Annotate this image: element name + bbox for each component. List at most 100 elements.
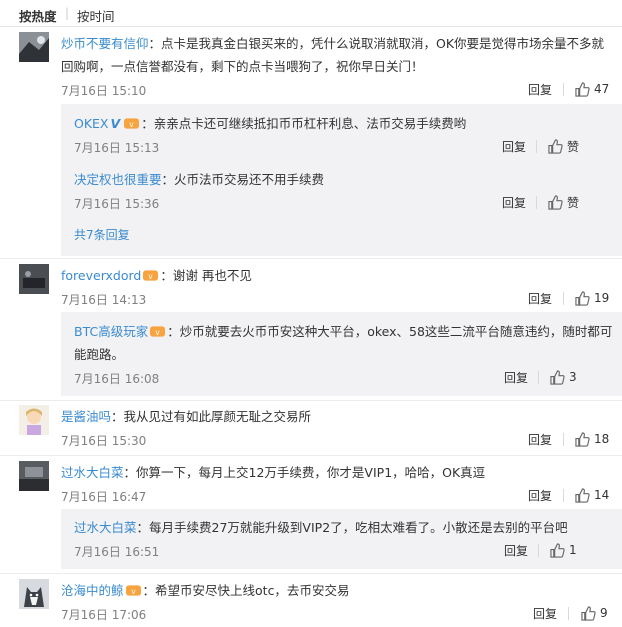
username-link[interactable]: OKEX	[74, 116, 109, 131]
vip-badge-icon: v	[124, 118, 140, 129]
comment-date: 7月16日 15:30	[61, 434, 147, 448]
like-count: 赞	[567, 195, 580, 210]
reply-button[interactable]: 回复	[528, 431, 552, 448]
username-link[interactable]: 是酱油吗	[61, 409, 111, 424]
avatar[interactable]	[19, 264, 49, 294]
thumbs-up-icon	[575, 431, 590, 447]
svg-text:v: v	[131, 587, 136, 596]
divider	[538, 544, 539, 557]
reply-button[interactable]: 回复	[504, 542, 528, 559]
comment-item: 是酱油吗：我从见过有如此厚颜无耻之交易所 7月16日 15:30 回复 18	[19, 405, 619, 455]
divider	[563, 83, 564, 96]
comment-content: ：谢谢 再也不见	[160, 268, 252, 283]
sort-bar: 按热度 | 按时间	[0, 0, 622, 30]
thumbs-up-icon	[575, 290, 590, 306]
like-count: 47	[594, 82, 610, 96]
thumbs-up-icon	[550, 369, 565, 385]
username-link[interactable]: BTC高级玩家	[74, 324, 148, 339]
divider	[536, 140, 537, 153]
username-link[interactable]: 炒币不要有信仰	[61, 36, 149, 51]
comment-text: 炒币不要有信仰：点卡是我真金白银买来的，凭什么说取消就取消，OK你要是觉得市场余…	[61, 32, 611, 78]
like-button[interactable]: 赞	[548, 193, 579, 211]
comment-content: ：你算一下，每月上交12万手续费，你才是VIP1，哈哈，OK真逗	[123, 465, 486, 480]
reply-content: ：火币法币交易还不用手续费	[161, 172, 325, 187]
divider	[536, 196, 537, 209]
reply-list: 过水大白菜：每月手续费27万就能升级到VIP2了，吃相太难看了。小散还是去别的平…	[61, 509, 622, 569]
sort-by-hot-tab[interactable]: 按热度	[19, 6, 57, 25]
comment-date: 7月16日 16:47	[61, 490, 147, 504]
comment-item: 炒币不要有信仰：点卡是我真金白银买来的，凭什么说取消就取消，OK你要是觉得市场余…	[19, 32, 622, 257]
username-link[interactable]: 过水大白菜	[74, 520, 137, 535]
svg-text:v: v	[129, 120, 134, 129]
divider	[0, 573, 622, 574]
comment-item: 过水大白菜：你算一下，每月上交12万手续费，你才是VIP1，哈哈，OK真逗 7月…	[19, 461, 622, 573]
divider	[563, 433, 564, 446]
comment-item: 沧海中的鲸 v ：希望币安尽快上线otc，去币安交易 7月16日 17:06 回复 …	[19, 579, 619, 627]
comment-date: 7月16日 14:13	[61, 293, 147, 307]
vip-badge-icon: v	[125, 585, 141, 596]
like-button[interactable]: 1	[550, 541, 577, 559]
username-link[interactable]: 沧海中的鲸	[61, 583, 124, 598]
verified-icon: V	[110, 116, 121, 131]
avatar[interactable]	[19, 32, 49, 62]
reply-item: 过水大白菜：每月手续费27万就能升级到VIP2了，吃相太难看了。小散还是去别的平…	[74, 516, 614, 563]
like-count: 3	[569, 370, 577, 384]
reply-button[interactable]: 回复	[533, 605, 557, 622]
username-link[interactable]: 过水大白菜	[61, 465, 124, 480]
reply-button[interactable]: 回复	[502, 194, 526, 211]
username-link[interactable]: foreverxdord	[61, 268, 141, 283]
avatar[interactable]	[19, 405, 49, 435]
thumbs-up-icon	[575, 487, 590, 503]
avatar[interactable]	[19, 461, 49, 491]
reply-button[interactable]: 回复	[528, 81, 552, 98]
like-count: 1	[569, 543, 577, 557]
like-button[interactable]: 47	[575, 80, 609, 98]
reply-content: ：每月手续费27万就能升级到VIP2了，吃相太难看了。小散还是去别的平台吧	[136, 520, 568, 535]
like-button[interactable]: 9	[581, 604, 608, 622]
like-count: 9	[600, 606, 608, 620]
comment-date: 7月16日 15:10	[61, 84, 147, 98]
like-count: 14	[594, 488, 610, 502]
reply-date: 7月16日 15:13	[74, 141, 160, 155]
reply-button[interactable]: 回复	[528, 290, 552, 307]
like-button[interactable]: 19	[575, 289, 609, 307]
vip-badge-icon: v	[143, 270, 159, 281]
divider	[538, 371, 539, 384]
view-more-replies-link[interactable]: 共7条回复	[74, 226, 130, 243]
divider	[0, 26, 622, 27]
divider	[563, 292, 564, 305]
like-button[interactable]: 14	[575, 486, 609, 504]
reply-content: ：亲亲点卡还可继续抵扣币币杠杆利息、法币交易手续费哟	[141, 116, 467, 131]
reply-date: 7月16日 16:08	[74, 372, 160, 386]
divider	[0, 455, 622, 456]
thumbs-up-icon	[548, 138, 563, 154]
like-button[interactable]: 3	[550, 368, 577, 386]
username-link[interactable]: 决定权也很重要	[74, 172, 162, 187]
divider	[0, 400, 622, 401]
reply-date: 7月16日 15:36	[74, 197, 160, 211]
like-count: 18	[594, 432, 610, 446]
comment-content: ：我从见过有如此厚颜无耻之交易所	[111, 409, 312, 424]
divider	[0, 258, 622, 259]
avatar[interactable]	[19, 579, 49, 609]
reply-button[interactable]: 回复	[528, 487, 552, 504]
reply-item: OKEX Vv ：亲亲点卡还可继续抵扣币币杠杆利息、法币交易手续费哟 7月16日 1…	[74, 112, 614, 159]
like-button[interactable]: 18	[575, 430, 609, 448]
divider	[563, 489, 564, 502]
like-count: 19	[594, 291, 610, 305]
thumbs-up-icon	[550, 542, 565, 558]
comment-date: 7月16日 17:06	[61, 608, 147, 622]
sort-divider: |	[65, 6, 70, 20]
vip-badge-icon: v	[150, 326, 166, 337]
reply-item: BTC高级玩家 v ：炒币就要去火币币安这种大平台，okex、58这些二流平台随意违…	[74, 320, 614, 390]
reply-button[interactable]: 回复	[504, 369, 528, 386]
sort-by-time-tab[interactable]: 按时间	[77, 6, 115, 25]
thumbs-up-icon	[581, 605, 596, 621]
thumbs-up-icon	[575, 81, 590, 97]
divider	[568, 607, 569, 620]
svg-text:v: v	[149, 272, 154, 281]
like-count: 赞	[567, 139, 580, 154]
like-button[interactable]: 赞	[548, 137, 579, 155]
reply-list: BTC高级玩家 v ：炒币就要去火币币安这种大平台，okex、58这些二流平台随意违…	[61, 312, 622, 396]
reply-button[interactable]: 回复	[502, 138, 526, 155]
